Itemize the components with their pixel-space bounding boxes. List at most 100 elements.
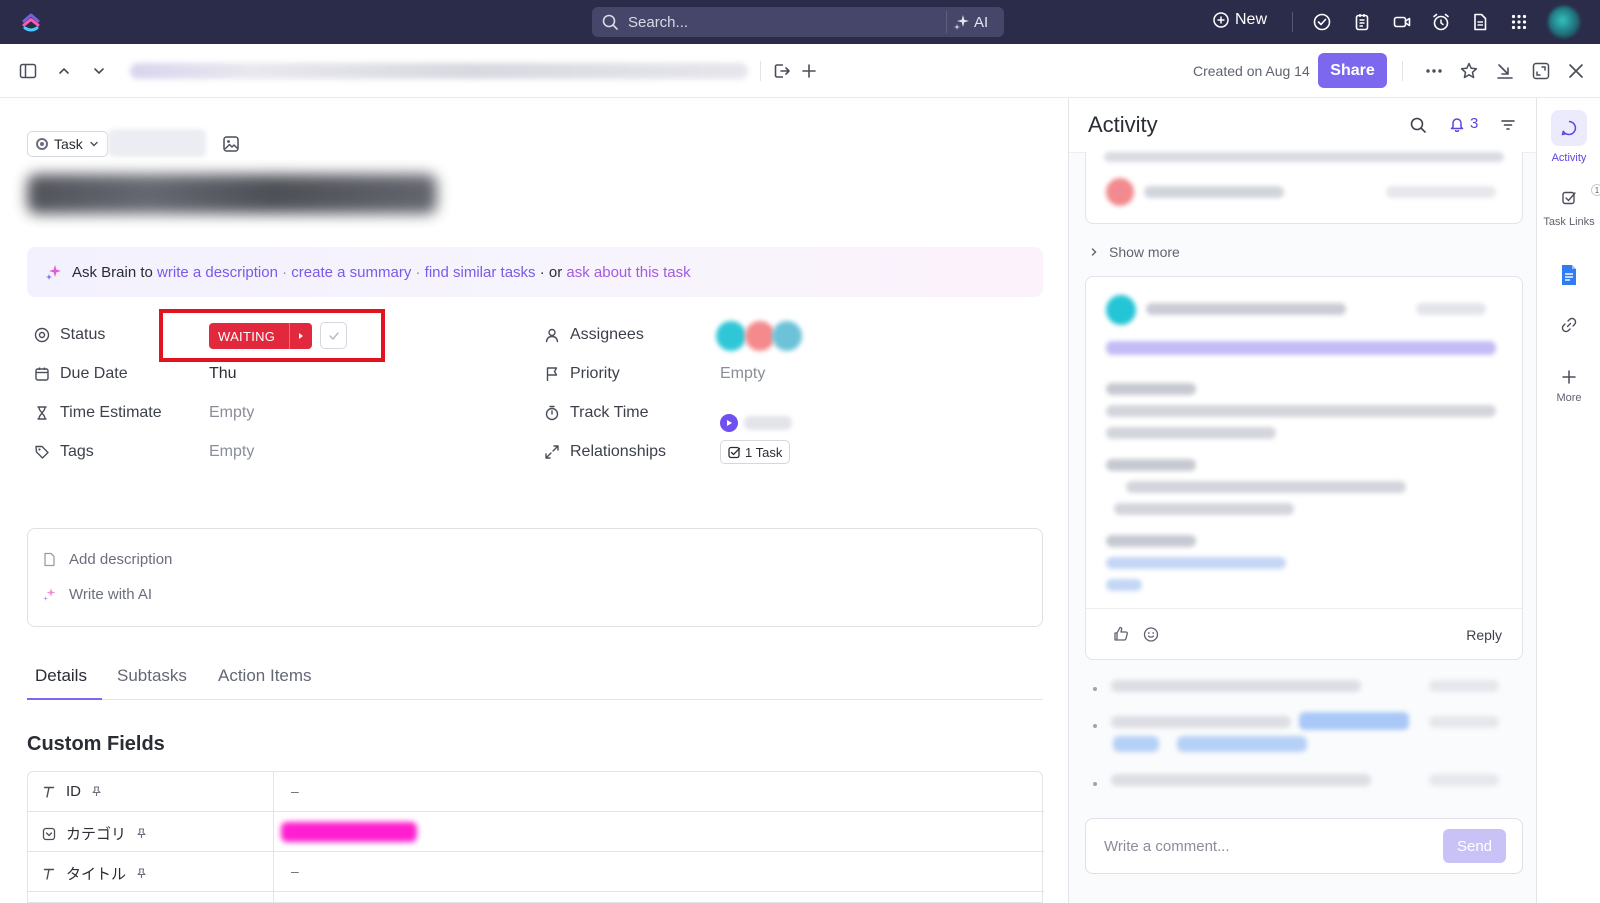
task-title[interactable] bbox=[27, 174, 437, 214]
rail-item-activity[interactable]: Activity bbox=[1537, 110, 1600, 164]
task-type-label: Task bbox=[54, 136, 83, 152]
new-button[interactable]: New bbox=[1213, 11, 1267, 29]
table-row[interactable]: カテゴリ bbox=[28, 812, 1044, 852]
checkbox-task-icon bbox=[728, 446, 741, 458]
minimize-icon[interactable] bbox=[1495, 61, 1515, 81]
google-doc-icon bbox=[1562, 265, 1576, 285]
notepad-icon[interactable] bbox=[1352, 12, 1372, 32]
status-value: WAITING bbox=[218, 328, 276, 344]
tab-details[interactable]: Details bbox=[35, 666, 87, 686]
relationships-field-label: Relationships bbox=[544, 443, 666, 461]
ask-about-task-link[interactable]: ask about this task bbox=[566, 264, 690, 281]
status-button[interactable]: WAITING bbox=[209, 323, 312, 349]
rail-item-more[interactable]: More bbox=[1537, 368, 1600, 404]
tab-action-items[interactable]: Action Items bbox=[218, 666, 312, 686]
relationships-chip[interactable]: 1 Task bbox=[720, 440, 791, 464]
notifications-button[interactable]: 3 bbox=[1449, 115, 1478, 132]
tags-value[interactable]: Empty bbox=[209, 443, 254, 461]
search-divider bbox=[946, 11, 947, 33]
breadcrumb[interactable] bbox=[130, 63, 748, 79]
write-description-link[interactable]: write a description bbox=[157, 264, 278, 281]
assignee-avatar[interactable] bbox=[772, 321, 802, 351]
priority-value[interactable]: Empty bbox=[720, 365, 765, 383]
global-search-bar[interactable]: Search... AI bbox=[592, 7, 1004, 37]
create-summary-link[interactable]: create a summary bbox=[291, 264, 411, 281]
sidebar-toggle-icon[interactable] bbox=[18, 61, 38, 81]
video-icon[interactable] bbox=[1392, 12, 1412, 32]
chevron-up-icon[interactable] bbox=[54, 61, 74, 81]
table-row[interactable]: タイトル – bbox=[28, 852, 1044, 892]
activity-entry bbox=[1111, 716, 1291, 728]
comment-link[interactable] bbox=[1106, 341, 1496, 355]
custom-field-value[interactable]: – bbox=[291, 783, 299, 799]
comment-input[interactable]: Write a comment... Send bbox=[1085, 818, 1523, 874]
table-row[interactable]: ID – bbox=[28, 772, 1044, 812]
write-with-ai-label: Write with AI bbox=[69, 586, 153, 603]
star-icon[interactable] bbox=[1459, 61, 1479, 81]
comment-link[interactable] bbox=[1106, 557, 1286, 569]
activity-icon bbox=[1551, 110, 1587, 146]
fullscreen-icon[interactable] bbox=[1531, 61, 1551, 81]
find-similar-tasks-link[interactable]: find similar tasks bbox=[425, 264, 536, 281]
hourglass-icon bbox=[37, 406, 47, 420]
comment-text bbox=[1126, 481, 1406, 493]
rail-item-docs[interactable] bbox=[1537, 264, 1600, 286]
task-toolbar: Created on Aug 14 Share bbox=[0, 44, 1600, 98]
text-type-icon bbox=[43, 868, 55, 880]
task-links-icon: 1 bbox=[1551, 184, 1600, 210]
image-icon[interactable] bbox=[222, 135, 240, 153]
filter-icon[interactable] bbox=[1499, 116, 1517, 134]
comment-text bbox=[1106, 535, 1196, 547]
description-box[interactable]: Add description Write with AI bbox=[27, 528, 1043, 627]
ask-brain-prefix: Ask Brain to bbox=[72, 263, 158, 281]
document-icon[interactable] bbox=[1470, 12, 1490, 32]
send-button[interactable]: Send bbox=[1443, 829, 1506, 863]
mark-complete-button[interactable] bbox=[320, 322, 347, 349]
calendar-icon bbox=[35, 367, 49, 381]
track-time-label: Track Time bbox=[570, 404, 649, 421]
due-date-value[interactable]: Thu bbox=[209, 365, 237, 383]
alarm-clock-icon[interactable] bbox=[1431, 12, 1451, 32]
task-type-selector[interactable]: Task bbox=[27, 131, 108, 157]
avatar bbox=[1106, 295, 1136, 325]
ai-button[interactable]: AI bbox=[954, 12, 988, 32]
reply-button[interactable]: Reply bbox=[1466, 627, 1502, 643]
close-icon[interactable] bbox=[1566, 61, 1586, 81]
activity-entry bbox=[1113, 736, 1159, 752]
add-description-row[interactable]: Add description bbox=[42, 551, 172, 568]
search-icon[interactable] bbox=[1409, 116, 1427, 134]
list-item-bullet bbox=[1093, 782, 1097, 786]
time-estimate-value[interactable]: Empty bbox=[209, 404, 254, 422]
comment-link[interactable] bbox=[1106, 579, 1142, 591]
apps-grid-icon[interactable] bbox=[1509, 12, 1529, 32]
custom-field-value[interactable]: – bbox=[291, 863, 299, 879]
move-task-icon[interactable] bbox=[772, 61, 792, 81]
emoji-reaction-icon[interactable] bbox=[1142, 625, 1160, 643]
document-icon bbox=[44, 552, 55, 567]
next-status-arrow-icon[interactable] bbox=[290, 332, 312, 340]
relationship-icon bbox=[545, 445, 559, 459]
custom-field-name: ID bbox=[42, 783, 102, 800]
rail-item-task-links[interactable]: 1 Task Links bbox=[1537, 184, 1600, 228]
assignee-avatar[interactable] bbox=[716, 321, 746, 351]
show-more-button[interactable]: Show more bbox=[1089, 244, 1180, 260]
clickup-logo-icon[interactable] bbox=[20, 11, 42, 33]
thumbs-up-icon[interactable] bbox=[1112, 625, 1130, 643]
assignee-avatar[interactable] bbox=[745, 321, 775, 351]
play-timer-icon[interactable] bbox=[720, 414, 738, 432]
share-button[interactable]: Share bbox=[1318, 53, 1387, 88]
more-options-icon[interactable] bbox=[1424, 61, 1444, 81]
tab-subtasks[interactable]: Subtasks bbox=[117, 666, 187, 686]
category-value-chip[interactable] bbox=[281, 822, 417, 842]
rail-activity-label: Activity bbox=[1551, 152, 1587, 164]
user-avatar[interactable] bbox=[1548, 6, 1580, 38]
rail-item-links[interactable] bbox=[1537, 316, 1600, 334]
task-id-badge[interactable] bbox=[108, 129, 206, 157]
add-icon[interactable] bbox=[799, 61, 819, 81]
write-with-ai-row[interactable]: Write with AI bbox=[42, 586, 152, 603]
due-date-field-label: Due Date bbox=[34, 365, 128, 383]
comment-placeholder: Write a comment... bbox=[1104, 838, 1230, 855]
chevron-down-icon[interactable] bbox=[89, 61, 109, 81]
status-icon bbox=[34, 327, 50, 343]
check-circle-icon[interactable] bbox=[1312, 12, 1332, 32]
